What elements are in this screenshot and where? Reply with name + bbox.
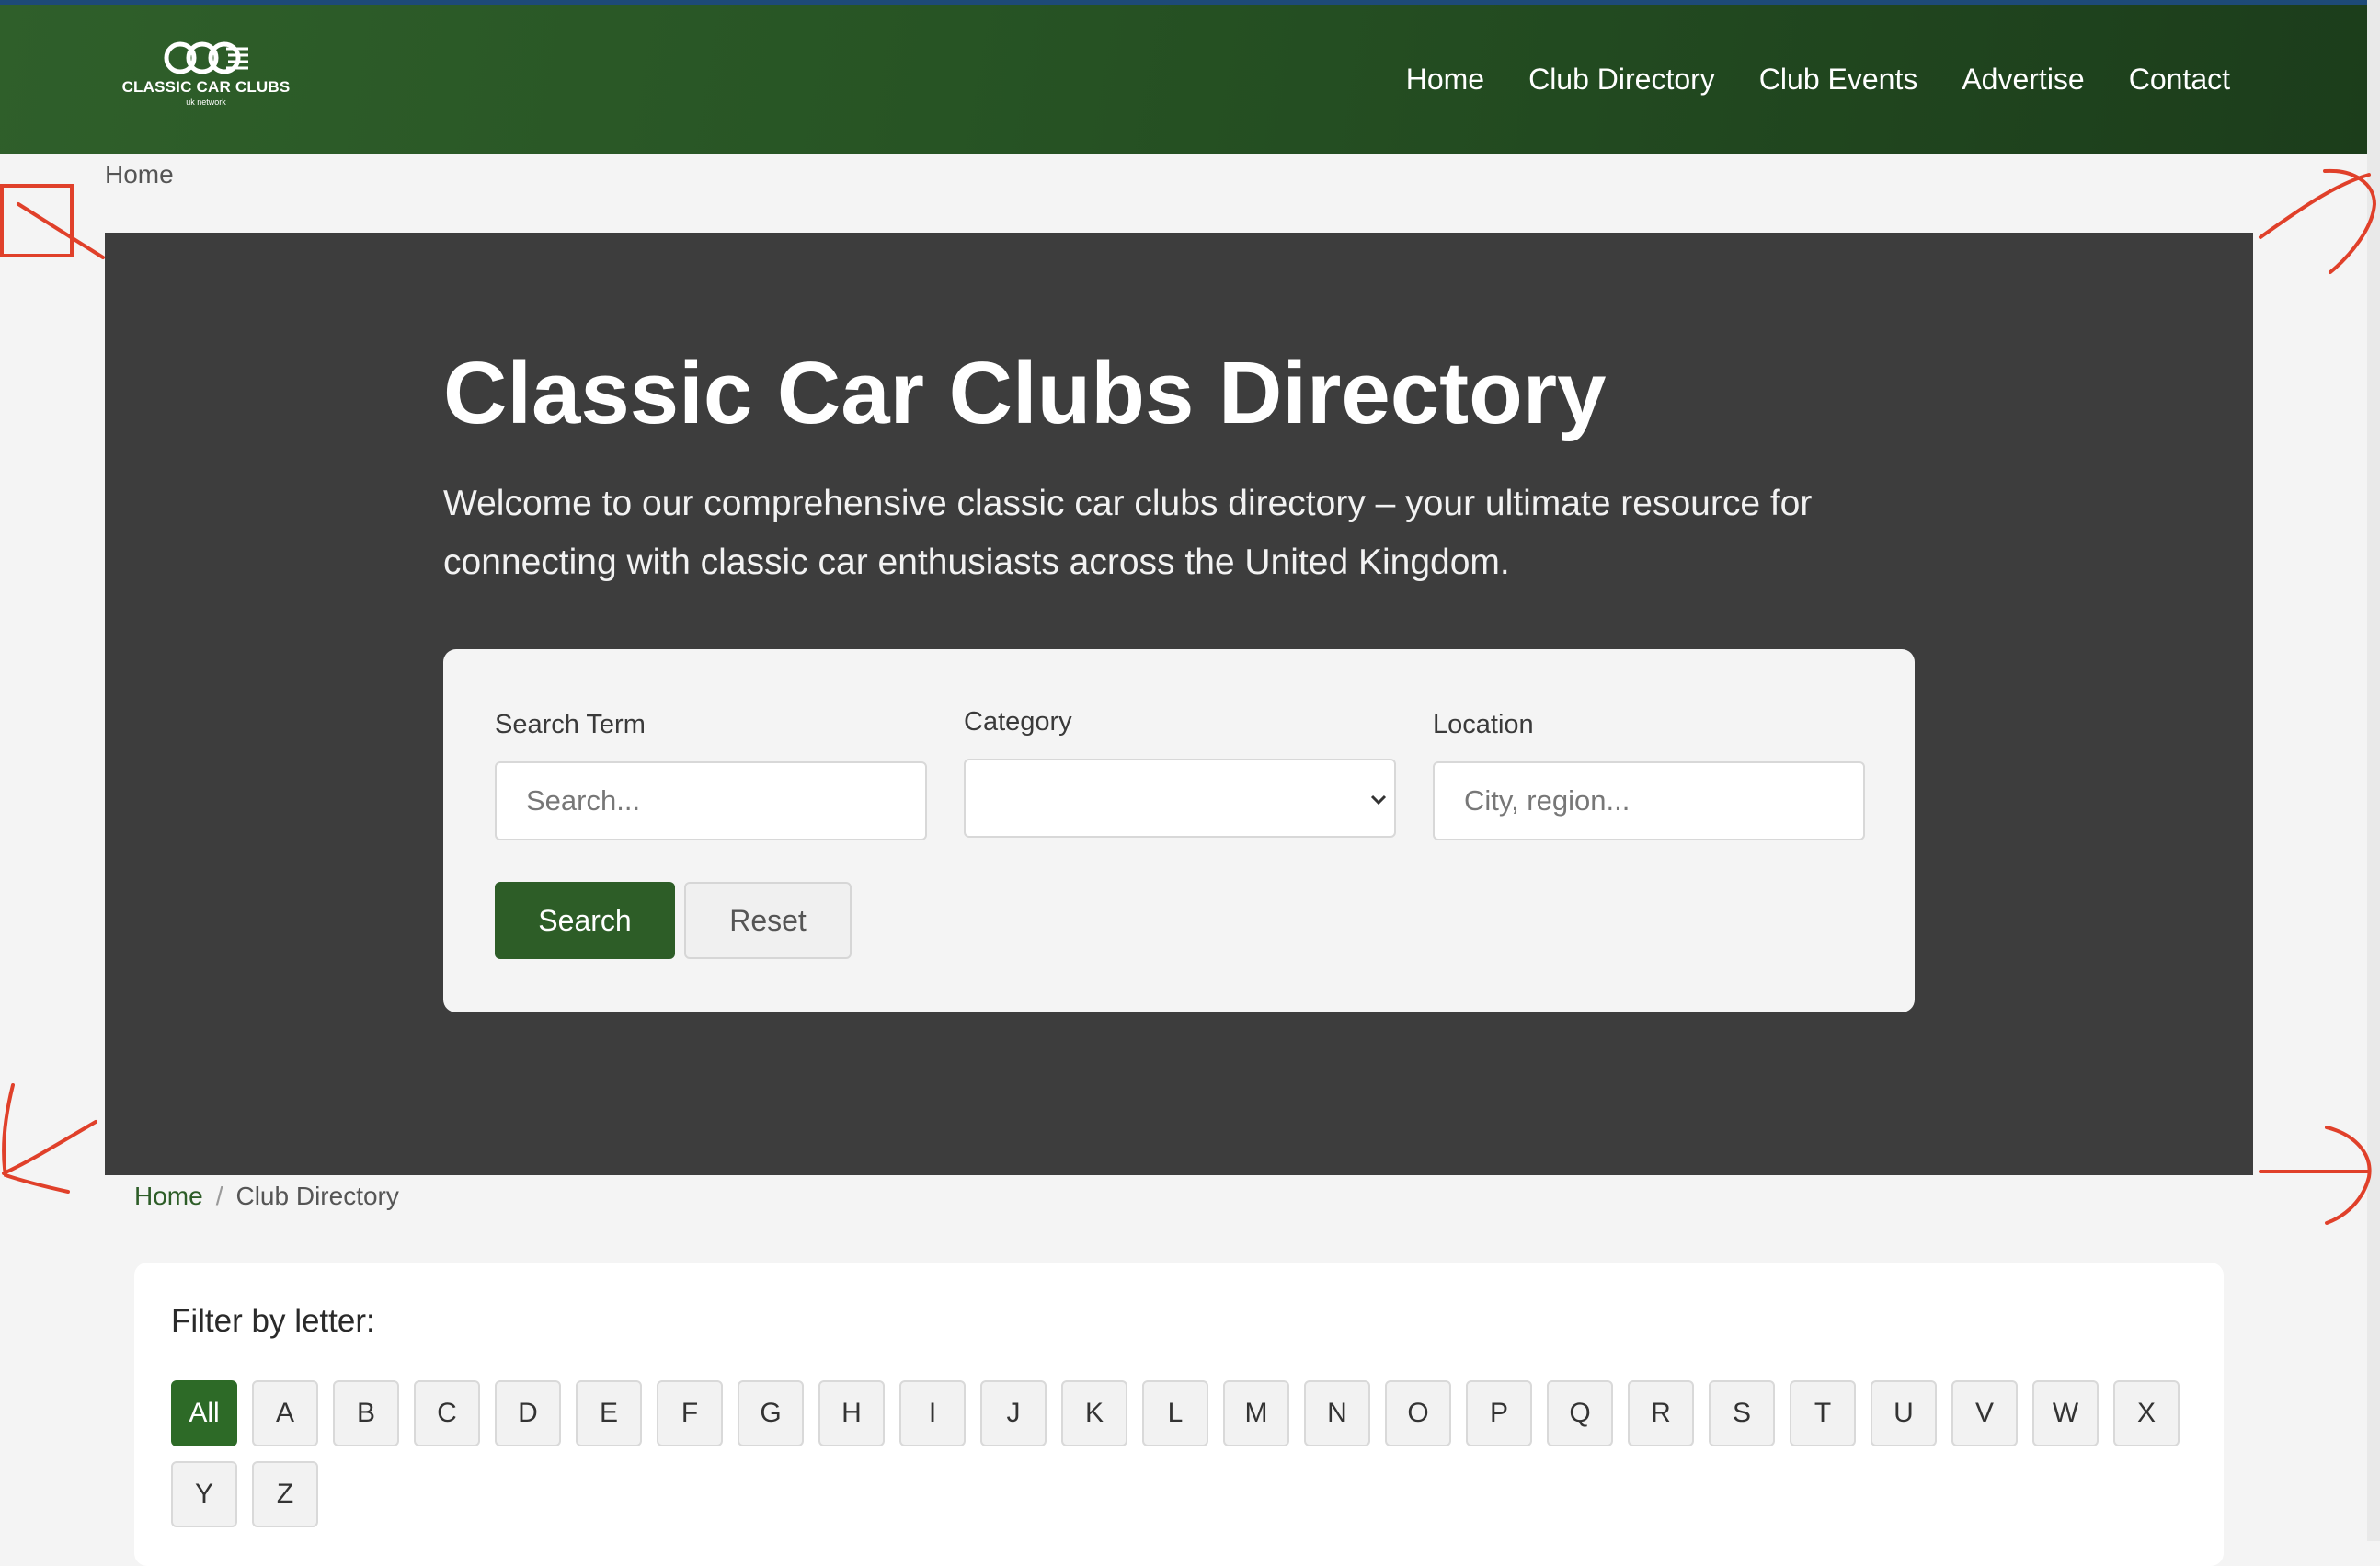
letter-filter-z[interactable]: Z xyxy=(252,1461,318,1527)
letter-filter-v[interactable]: V xyxy=(1951,1380,2018,1446)
search-panel: Search Term Search... Category Location … xyxy=(443,649,1915,1012)
letter-filter-j[interactable]: J xyxy=(980,1380,1047,1446)
letter-filter-q[interactable]: Q xyxy=(1547,1380,1613,1446)
letter-filter-panel: Filter by letter: All A B C D E F G H I J K L M N O P Q R S… xyxy=(134,1263,2224,1566)
letter-filter-a[interactable]: A xyxy=(252,1380,318,1446)
search-term-input[interactable]: Search... xyxy=(495,761,927,840)
nav-club-directory[interactable]: Club Directory xyxy=(1528,63,1715,97)
site-header: CLASSIC CAR CLUBS uk network Home Club D… xyxy=(0,5,2367,154)
logo-subtitle: uk network xyxy=(186,97,226,107)
letter-filter-k[interactable]: K xyxy=(1061,1380,1127,1446)
logo-title: CLASSIC CAR CLUBS xyxy=(121,78,291,96)
breadcrumb-home[interactable]: Home xyxy=(134,1182,203,1210)
nav-contact[interactable]: Contact xyxy=(2129,63,2230,97)
letter-filter-r[interactable]: R xyxy=(1628,1380,1694,1446)
page-title: Classic Car Clubs Directory xyxy=(443,344,1607,442)
breadcrumb: Home / Club Directory xyxy=(134,1182,399,1211)
letter-filter-w[interactable]: W xyxy=(2032,1380,2099,1446)
letter-filter-f[interactable]: F xyxy=(657,1380,723,1446)
hero-intro: Welcome to our comprehensive classic car… xyxy=(443,484,1813,582)
letter-filter-h[interactable]: H xyxy=(818,1380,885,1446)
scrollbar-track[interactable] xyxy=(2367,0,2380,1541)
annotation-diagonal-line-icon xyxy=(17,202,105,259)
top-breadcrumb[interactable]: Home xyxy=(105,160,174,189)
letter-filter-y[interactable]: Y xyxy=(171,1461,237,1527)
letter-filter-p[interactable]: P xyxy=(1466,1380,1532,1446)
letter-filter-m[interactable]: M xyxy=(1223,1380,1289,1446)
letter-filter-e[interactable]: E xyxy=(576,1380,642,1446)
reset-button[interactable]: Reset xyxy=(684,882,852,959)
site-logo[interactable]: CLASSIC CAR CLUBS uk network xyxy=(114,40,298,122)
letter-filter-g[interactable]: G xyxy=(738,1380,804,1446)
location-label: Location xyxy=(1433,710,1534,739)
filter-title: Filter by letter: xyxy=(171,1303,375,1339)
location-input[interactable]: City, region... xyxy=(1433,761,1865,840)
letter-filter-s[interactable]: S xyxy=(1709,1380,1775,1446)
breadcrumb-current: Club Directory xyxy=(235,1182,399,1210)
chevron-down-icon xyxy=(1370,794,1387,806)
search-button[interactable]: Search xyxy=(495,882,675,959)
letter-filter-d[interactable]: D xyxy=(495,1380,561,1446)
letter-filter-o[interactable]: O xyxy=(1385,1380,1451,1446)
logo-rings-icon xyxy=(164,41,248,74)
annotation-arrowhead-right-icon xyxy=(2325,1126,2372,1225)
letter-filter-u[interactable]: U xyxy=(1871,1380,1937,1446)
nav-home[interactable]: Home xyxy=(1406,63,1484,97)
category-select[interactable] xyxy=(964,759,1396,838)
letter-filter-c[interactable]: C xyxy=(414,1380,480,1446)
annotation-arrowhead-left-icon xyxy=(2,1083,70,1194)
breadcrumb-separator: / xyxy=(215,1182,223,1210)
letter-filter-i[interactable]: I xyxy=(899,1380,966,1446)
annotation-arrow-left-icon xyxy=(2,1120,97,1175)
hero-section: Classic Car Clubs Directory Welcome to o… xyxy=(105,233,2253,1175)
annotation-square-icon xyxy=(0,184,74,257)
main-nav: Home Club Directory Club Events Advertis… xyxy=(1406,5,2230,154)
letter-filter-all[interactable]: All xyxy=(171,1380,237,1446)
nav-club-events[interactable]: Club Events xyxy=(1759,63,1918,97)
annotation-arrow-top-right-icon xyxy=(2259,173,2371,239)
letter-filter-x[interactable]: X xyxy=(2113,1380,2180,1446)
search-term-label: Search Term xyxy=(495,710,646,739)
nav-advertise[interactable]: Advertise xyxy=(1962,63,2084,97)
letter-filter-n[interactable]: N xyxy=(1304,1380,1370,1446)
category-label: Category xyxy=(964,707,1072,737)
letter-filter-t[interactable]: T xyxy=(1790,1380,1856,1446)
letter-filter-b[interactable]: B xyxy=(333,1380,399,1446)
letter-filter-l[interactable]: L xyxy=(1142,1380,1208,1446)
